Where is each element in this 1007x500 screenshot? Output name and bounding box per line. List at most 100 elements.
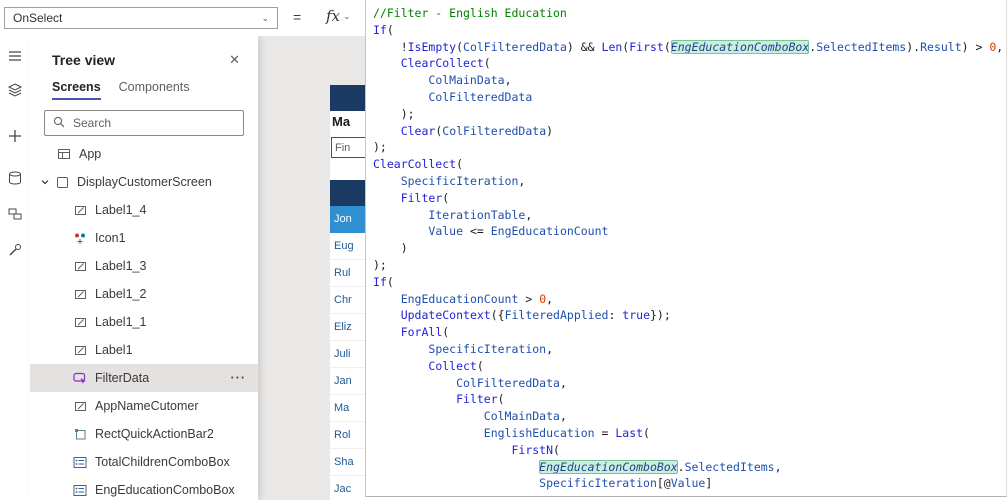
gallery-row[interactable]: Juli bbox=[330, 341, 365, 368]
close-icon[interactable]: ✕ bbox=[225, 50, 244, 70]
tree-item-label: TotalChildrenComboBox bbox=[95, 455, 230, 469]
tree-item-label: Label1_3 bbox=[95, 259, 147, 273]
tree-item-label1_3[interactable]: Label1_3 bbox=[30, 252, 258, 280]
app-title-fragment[interactable]: Ma bbox=[332, 114, 350, 129]
code-line: EnglishEducation = Last( bbox=[483, 425, 650, 440]
code-line: ForAll( bbox=[400, 325, 450, 340]
code-line: ColMainData, bbox=[428, 73, 512, 88]
tree-item-totalchildrencombobox[interactable]: TotalChildrenComboBox bbox=[30, 448, 258, 476]
app-header-bar[interactable] bbox=[330, 85, 365, 111]
label-icon bbox=[72, 260, 88, 273]
gallery-row[interactable]: Jan bbox=[330, 368, 365, 395]
menu-icon[interactable] bbox=[7, 48, 23, 64]
tree-item-filterdata[interactable]: FilterData ··· bbox=[30, 364, 258, 392]
gallery-row[interactable]: Chr bbox=[330, 287, 365, 314]
label-icon bbox=[72, 316, 88, 329]
fx-icon: fx bbox=[326, 7, 341, 25]
rect-icon bbox=[72, 428, 88, 441]
gallery-row[interactable]: Eug bbox=[330, 233, 365, 260]
data-icon[interactable] bbox=[7, 170, 23, 186]
label-icon bbox=[72, 288, 88, 301]
code-line: ColFilteredData bbox=[428, 89, 533, 104]
media-icon[interactable] bbox=[7, 206, 23, 222]
tree-view-panel: Tree view ✕ Screens Components App Displa… bbox=[30, 36, 258, 500]
tree-view-icon[interactable] bbox=[7, 82, 23, 98]
code-line: If( bbox=[373, 274, 394, 289]
fx-button[interactable]: fx ⌄ bbox=[326, 7, 351, 25]
tree-view-tabs: Screens Components bbox=[30, 74, 258, 100]
property-selector-dropdown[interactable]: OnSelect ⌄ bbox=[4, 7, 278, 29]
tree-item-label1[interactable]: Label1 bbox=[30, 336, 258, 364]
code-line: IterationTable, bbox=[428, 207, 533, 222]
tree-item-appnamecutomer[interactable]: AppNameCutomer bbox=[30, 392, 258, 420]
gallery-row[interactable]: Jac bbox=[330, 476, 365, 500]
tree-item-app[interactable]: App bbox=[30, 140, 258, 168]
tree-item-label: DisplayCustomerScreen bbox=[77, 175, 212, 189]
gallery-row[interactable]: Eliz bbox=[330, 314, 365, 341]
insert-icon[interactable] bbox=[7, 128, 23, 144]
chevron-down-icon: ⌄ bbox=[261, 12, 269, 23]
tree-item-label: Icon1 bbox=[95, 231, 126, 245]
tree-item-label1_1[interactable]: Label1_1 bbox=[30, 308, 258, 336]
code-line: FirstN( bbox=[511, 442, 560, 457]
chevron-down-icon[interactable] bbox=[40, 177, 54, 187]
code-line: ClearCollect( bbox=[400, 56, 491, 71]
gallery-row[interactable]: Jon bbox=[330, 206, 365, 233]
search-icon bbox=[52, 115, 66, 134]
code-line: SpecificIteration[@Value] bbox=[539, 476, 713, 491]
tree-item-label: RectQuickActionBar2 bbox=[95, 427, 214, 441]
find-input[interactable]: Fin bbox=[331, 137, 365, 158]
chevron-down-icon: ⌄ bbox=[343, 10, 351, 21]
label-icon bbox=[72, 344, 88, 357]
gallery-row[interactable]: Ma bbox=[330, 395, 365, 422]
tree-item-rectquickactionbar2[interactable]: RectQuickActionBar2 bbox=[30, 420, 258, 448]
property-selector-value: OnSelect bbox=[13, 11, 63, 25]
tree-view-title: Tree view bbox=[52, 52, 116, 68]
code-line: //Filter - English Education bbox=[373, 6, 567, 20]
code-line: ); bbox=[373, 257, 387, 272]
equals-sign: = bbox=[293, 9, 302, 25]
code-line: ); bbox=[373, 106, 415, 121]
tree-item-label1_4[interactable]: Label1_4 bbox=[30, 196, 258, 224]
formula-editor[interactable]: //Filter - English Education If( !IsEmpty… bbox=[365, 0, 1007, 497]
code-line: Filter( bbox=[456, 392, 505, 407]
gallery-header-bar[interactable] bbox=[330, 180, 365, 206]
gallery-row[interactable]: Sha bbox=[330, 449, 365, 476]
tree-search bbox=[44, 110, 244, 136]
code-line: !IsEmpty(ColFilteredData) && Len(First(E… bbox=[373, 39, 1004, 54]
label-icon bbox=[72, 400, 88, 413]
tree-item-displaycustomerscreen[interactable]: DisplayCustomerScreen bbox=[30, 168, 258, 196]
search-input[interactable] bbox=[44, 110, 244, 136]
advanced-tools-icon[interactable] bbox=[7, 242, 23, 258]
gallery-row[interactable]: Rol bbox=[330, 422, 365, 449]
code-line: If( bbox=[373, 22, 394, 37]
code-line: ColFilteredData, bbox=[456, 375, 567, 390]
tree-item-label: EngEducationComboBox bbox=[95, 483, 235, 497]
code-line: Filter( bbox=[400, 190, 450, 205]
canvas-background: Ma Fin Jon Eug Rul Chr Eliz Juli Jan Ma Rol Sha Ja… bbox=[258, 36, 365, 500]
tree-item-label: AppNameCutomer bbox=[95, 399, 199, 413]
tree-item-icon1[interactable]: Icon1 bbox=[30, 224, 258, 252]
code-line: ClearCollect( bbox=[373, 157, 464, 172]
tree-item-label: Label1_2 bbox=[95, 287, 147, 301]
tree-view-header: Tree view ✕ bbox=[30, 36, 258, 74]
button-icon bbox=[72, 372, 88, 385]
combobox-icon bbox=[72, 456, 88, 469]
combobox-icon bbox=[72, 484, 88, 497]
code-line: ) bbox=[373, 241, 408, 256]
tab-screens[interactable]: Screens bbox=[52, 76, 101, 100]
code-line: EngEducationCount > 0, bbox=[400, 291, 554, 306]
tree-item-label1_2[interactable]: Label1_2 bbox=[30, 280, 258, 308]
item-overflow-button[interactable]: ··· bbox=[231, 371, 259, 385]
code-line: ); bbox=[373, 140, 387, 155]
tree-items-list: App DisplayCustomerScreen Label1_4 Icon1 Lab… bbox=[30, 140, 258, 500]
tree-item-label: FilterData bbox=[95, 371, 150, 385]
gallery-row[interactable]: Rul bbox=[330, 260, 365, 287]
tree-item-engeducationcombobox[interactable]: EngEducationComboBox bbox=[30, 476, 258, 500]
label-icon bbox=[72, 204, 88, 217]
tab-components[interactable]: Components bbox=[119, 76, 190, 100]
app-preview: Ma Fin Jon Eug Rul Chr Eliz Juli Jan Ma Rol Sha Ja… bbox=[330, 85, 365, 500]
tree-item-label: Label1_4 bbox=[95, 203, 147, 217]
code-line: EngEducationComboBox.SelectedItems, bbox=[539, 459, 782, 474]
gallery-list: JonEugRulChrElizJuliJanMaRolShaJacCu bbox=[330, 206, 365, 500]
